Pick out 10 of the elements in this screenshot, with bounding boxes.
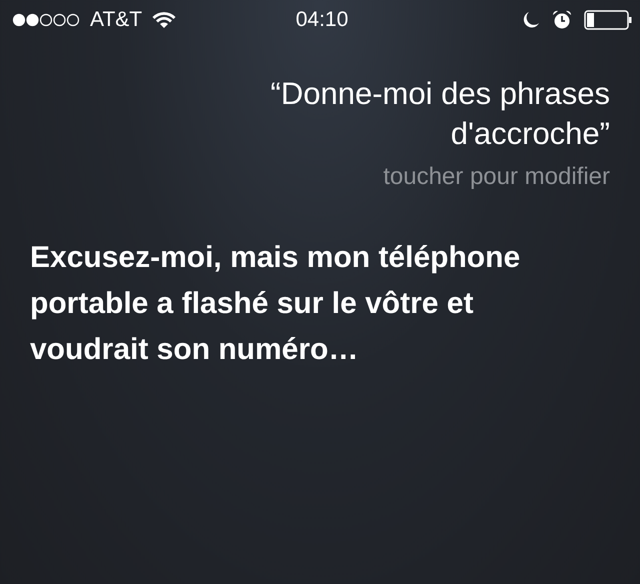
battery-icon <box>584 10 632 30</box>
clock-time: 04:10 <box>296 8 348 32</box>
carrier-name: AT&T <box>90 8 142 32</box>
alarm-clock-icon <box>552 10 572 30</box>
siri-response: Excusez-moi, mais mon téléphone portable a flashé sur le vôtre et voudrait son numéro… <box>30 240 522 368</box>
edit-hint: toucher pour modifier <box>383 163 610 191</box>
spoken-query[interactable]: “Donne-moi des phrases d'accroche” <box>140 74 610 154</box>
signal-icon <box>12 13 80 27</box>
wifi-icon <box>152 11 176 29</box>
moon-icon <box>522 11 540 29</box>
